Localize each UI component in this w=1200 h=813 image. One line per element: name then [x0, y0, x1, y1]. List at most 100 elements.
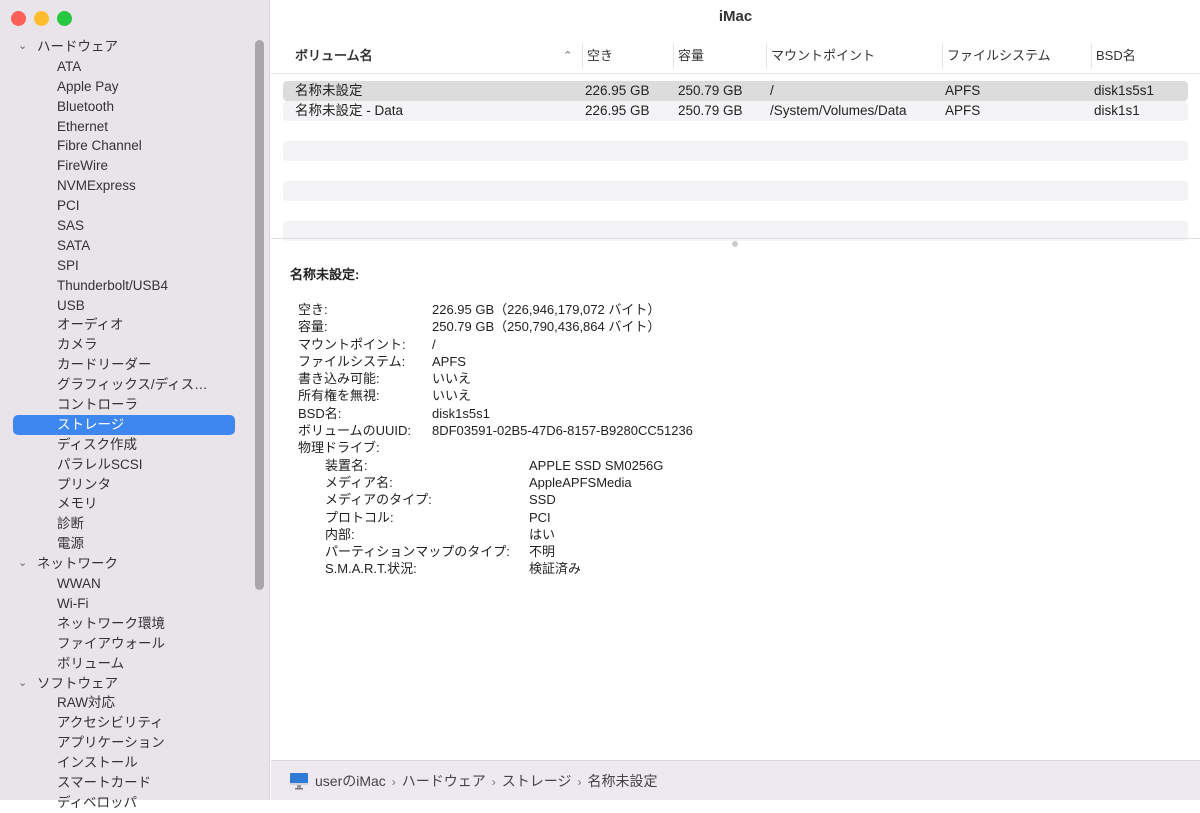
sidebar-item-label: ディベロッパ	[57, 794, 138, 810]
sidebar-item[interactable]: ストレージ	[0, 414, 250, 435]
sidebar-item[interactable]: スマートカード	[0, 773, 250, 793]
empty-row	[283, 161, 1188, 181]
empty-row	[283, 201, 1188, 221]
sidebar-item[interactable]: FireWire	[0, 156, 250, 176]
detail-field: 空き: 226.95 GB（226,946,179,072 バイト）	[290, 301, 660, 318]
physical-drive-field: 装置名: APPLE SSD SM0256G	[290, 457, 663, 474]
chevron-down-icon[interactable]: ⌄	[18, 554, 27, 574]
detail-label: 装置名:	[325, 457, 368, 473]
sidebar-scrollbar[interactable]	[255, 40, 264, 590]
splitter-handle-icon[interactable]	[732, 241, 738, 247]
sidebar-category[interactable]: ⌄ ネットワーク	[0, 554, 250, 574]
sidebar-item[interactable]: ボリューム	[0, 654, 250, 674]
detail-label: ボリュームのUUID:	[298, 423, 411, 439]
sidebar-item[interactable]: RAW対応	[0, 693, 250, 713]
breadcrumb-item[interactable]: userのiMac	[315, 773, 386, 789]
sidebar-item[interactable]: WWAN	[0, 574, 250, 594]
sidebar-item[interactable]: ネットワーク環境	[0, 614, 250, 634]
table-cell: disk1s1	[1094, 103, 1140, 118]
sidebar-item[interactable]: PCI	[0, 196, 250, 216]
sidebar-item[interactable]: Bluetooth	[0, 97, 250, 117]
table-cell: 226.95 GB	[585, 83, 650, 98]
detail-panel: 名称未設定: 空き: 226.95 GB（226,946,179,072 バイト）…	[290, 264, 693, 578]
sidebar-item[interactable]: Fibre Channel	[0, 136, 250, 156]
table-row[interactable]: 名称未設定 - Data 226.95 GB 250.79 GB/System/Vo…	[283, 101, 1188, 121]
sidebar-item[interactable]: 診断	[0, 514, 250, 534]
empty-row	[283, 141, 1188, 161]
detail-field: 書き込み可能: いいえ	[290, 370, 471, 387]
close-button[interactable]	[11, 11, 26, 26]
table-cell: 名称未設定	[295, 83, 363, 98]
sidebar-item[interactable]: コントローラ	[0, 395, 250, 415]
detail-label: メディア名:	[325, 474, 393, 490]
sidebar-item-label: アクセシビリティ	[57, 715, 164, 731]
table-row[interactable]: 名称未設定 226.95 GB 250.79 GB / APFS disk1s5s1	[283, 81, 1188, 101]
breadcrumb-item[interactable]: ストレージ	[502, 773, 572, 789]
sidebar-item[interactable]: SAS	[0, 216, 250, 236]
sidebar-item[interactable]: ディベロッパ	[0, 793, 250, 813]
sidebar-item-label: Thunderbolt/USB4	[57, 277, 169, 293]
sidebar-item[interactable]: SATA	[0, 236, 250, 256]
sidebar-item[interactable]: パラレルSCSI	[0, 455, 250, 475]
sidebar-item[interactable]: Apple Pay	[0, 77, 250, 97]
detail-label: S.M.A.R.T.状況:	[325, 561, 417, 577]
sidebar-item-label: FireWire	[57, 158, 108, 174]
zoom-button[interactable]	[57, 11, 72, 26]
detail-label: 容量:	[298, 319, 328, 335]
sidebar-item[interactable]: ファイアウォール	[0, 634, 250, 654]
detail-label: 内部:	[325, 526, 355, 542]
sidebar-item[interactable]: Ethernet	[0, 117, 250, 137]
sidebar-item[interactable]: USB	[0, 296, 250, 316]
column-header-capacity[interactable]: 容量	[673, 44, 766, 68]
empty-row	[283, 121, 1188, 141]
sidebar-item[interactable]: NVMExpress	[0, 176, 250, 196]
sidebar-item-label: ディスク作成	[57, 436, 138, 452]
table-cell: 名称未設定 - Data	[295, 103, 404, 118]
sidebar-item[interactable]: アプリケーション	[0, 733, 250, 753]
sidebar-category[interactable]: ⌄ ハードウェア	[0, 37, 250, 57]
breadcrumb-item[interactable]: ハードウェア	[402, 773, 486, 789]
column-header-mount-point[interactable]: マウントポイント	[766, 44, 942, 68]
imac-icon	[290, 772, 308, 789]
sidebar-item[interactable]: SPI	[0, 256, 250, 276]
sidebar-category[interactable]: ⌄ ソフトウェア	[0, 674, 250, 694]
breadcrumb-item[interactable]: 名称未設定	[588, 773, 658, 789]
table-cell: disk1s5s1	[1094, 83, 1155, 98]
sidebar-item[interactable]: プリンタ	[0, 475, 250, 495]
detail-value: はい	[529, 526, 556, 542]
detail-value: 226.95 GB（226,946,179,072 バイト）	[432, 302, 661, 317]
detail-value: APPLE SSD SM0256G	[529, 457, 664, 473]
detail-value: 8DF03591-02B5-47D6-8157-B9280CC51236	[432, 423, 693, 439]
volume-table: 名称未設定 226.95 GB 250.79 GB / APFS disk1s5s1 名称未…	[283, 81, 1188, 241]
sidebar-item-label: Bluetooth	[57, 98, 115, 114]
sidebar-item[interactable]: メモリ	[0, 494, 250, 514]
sidebar-item[interactable]: グラフィックス/ディス…	[0, 375, 250, 395]
window-controls	[11, 11, 72, 26]
sidebar-item-label: オーディオ	[57, 317, 124, 333]
minimize-button[interactable]	[34, 11, 49, 26]
sidebar-item[interactable]: Wi-Fi	[0, 594, 250, 614]
sidebar-item[interactable]: Thunderbolt/USB4	[0, 276, 250, 296]
sidebar-item[interactable]: カードリーダー	[0, 355, 250, 375]
sidebar-item[interactable]: ATA	[0, 57, 250, 77]
column-header-file-system[interactable]: ファイルシステム	[942, 44, 1091, 68]
sidebar-category-label: ハードウェア	[37, 39, 118, 54]
sidebar-item[interactable]: 電源	[0, 534, 250, 554]
column-header-free[interactable]: 空き	[582, 44, 673, 68]
column-header-bsd-name[interactable]: BSD名	[1091, 44, 1200, 68]
sidebar-item-label: Apple Pay	[57, 78, 119, 94]
chevron-down-icon[interactable]: ⌄	[18, 37, 27, 57]
chevron-down-icon[interactable]: ⌄	[18, 674, 27, 694]
detail-label: 書き込み可能:	[298, 371, 380, 387]
detail-label: プロトコル:	[325, 509, 394, 525]
sidebar-item[interactable]: カメラ	[0, 335, 250, 355]
detail-value: /	[432, 336, 436, 352]
sidebar-item[interactable]: インストール	[0, 753, 250, 773]
sidebar-item[interactable]: アクセシビリティ	[0, 713, 250, 733]
split-divider[interactable]	[271, 238, 1200, 239]
sidebar-item[interactable]: オーディオ	[0, 315, 250, 335]
window-title: iMac	[718, 8, 753, 25]
sidebar-item-label: カードリーダー	[57, 357, 152, 373]
column-header-volume-name[interactable]: ボリューム名 ⌃	[283, 44, 581, 68]
sidebar-item[interactable]: ディスク作成	[0, 435, 250, 455]
